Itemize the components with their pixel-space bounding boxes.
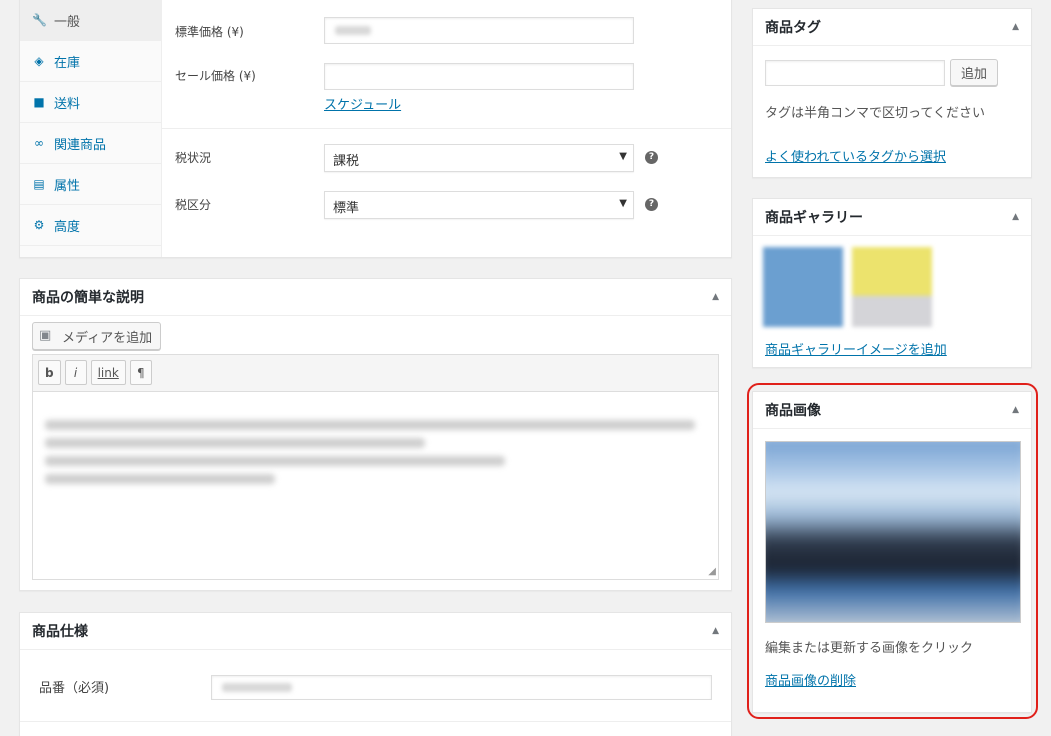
product-image[interactable]	[765, 441, 1021, 623]
bold-button[interactable]: b	[38, 360, 61, 385]
tax-status-value: 課税	[333, 154, 360, 169]
tab-linked-products[interactable]: ∞ 関連商品	[20, 123, 161, 164]
collapse-icon[interactable]: ▲	[1012, 212, 1019, 222]
tax-class-value: 標準	[333, 201, 360, 216]
schedule-link[interactable]: スケジュール	[324, 94, 401, 113]
tab-shipping[interactable]: ■ 送料	[20, 82, 161, 123]
product-spec-header[interactable]: 商品仕様 ▲	[20, 613, 731, 650]
gallery-thumbnail[interactable]	[763, 247, 843, 327]
product-image-box: 商品画像 ▲ 編集または更新する画像をクリック 商品画像の削除	[752, 391, 1032, 713]
tax-class-label: 税区分	[175, 198, 212, 212]
tab-general-label: 一般	[54, 14, 81, 30]
tab-shipping-label: 送料	[54, 96, 81, 112]
link-button[interactable]: link	[90, 360, 126, 385]
blurred-text-line	[45, 474, 275, 484]
link-icon: ∞	[34, 136, 44, 150]
tag-input[interactable]	[765, 60, 945, 86]
blurred-text-line	[45, 438, 425, 448]
product-spec-title: 商品仕様	[32, 624, 88, 640]
remove-image-link[interactable]: 商品画像の削除	[765, 670, 856, 689]
tab-inventory[interactable]: ◈ 在庫	[20, 41, 161, 82]
tax-status-label: 税状況	[175, 151, 212, 165]
collapse-icon[interactable]: ▲	[1012, 22, 1019, 32]
short-description-box: 商品の簡単な説明 ▲ ▣ メディアを追加 b i link ¶ ◢	[19, 278, 732, 591]
general-pane: 標準価格 (¥) セール価格 (¥) スケジュール 税状況 課税 ▼ ? 税区分…	[162, 0, 731, 257]
media-icon: ▣	[39, 328, 52, 343]
chevron-down-icon: ▼	[619, 198, 627, 209]
tax-status-select[interactable]: 課税 ▼	[324, 144, 634, 172]
popular-tags-link[interactable]: よく使われているタグから選択	[765, 146, 946, 165]
product-tags-header[interactable]: 商品タグ ▲	[753, 9, 1031, 46]
sku-input[interactable]	[211, 675, 712, 700]
truck-icon: ■	[33, 95, 45, 109]
collapse-icon[interactable]: ▲	[1012, 405, 1019, 415]
tag-icon: ◈	[34, 54, 44, 68]
product-spec-box: 商品仕様 ▲ 品番（必須)	[19, 612, 732, 736]
product-data-panel: 🔧 一般 ◈ 在庫 ■ 送料 ∞ 関連商品 ▤ 属性 ⚙ 高度 標準価格 (¥)…	[19, 0, 732, 258]
table-icon: ▤	[33, 177, 45, 191]
collapse-icon[interactable]: ▲	[712, 626, 719, 636]
blurred-text-line	[45, 420, 695, 430]
tab-general[interactable]: 🔧 一般	[20, 0, 161, 41]
regular-price-input[interactable]	[324, 17, 634, 44]
tab-inventory-label: 在庫	[54, 55, 81, 71]
italic-button[interactable]: i	[64, 360, 87, 385]
product-gallery-title: 商品ギャラリー	[765, 210, 863, 226]
product-image-title: 商品画像	[765, 403, 821, 419]
quicktags-toolbar: b i link ¶	[33, 355, 718, 392]
product-gallery-box: 商品ギャラリー ▲ 商品ギャラリーイメージを追加	[752, 198, 1032, 368]
gallery-thumbnail[interactable]	[852, 247, 932, 327]
tab-advanced-label: 高度	[54, 219, 81, 235]
blurred-price-value	[335, 26, 371, 35]
product-image-header[interactable]: 商品画像 ▲	[753, 392, 1031, 429]
regular-price-label: 標準価格 (¥)	[175, 25, 244, 39]
tag-hint: タグは半角コンマで区切ってください	[765, 106, 985, 121]
product-data-tabs: 🔧 一般 ◈ 在庫 ■ 送料 ∞ 関連商品 ▤ 属性 ⚙ 高度	[20, 0, 162, 257]
short-description-header[interactable]: 商品の簡単な説明 ▲	[20, 279, 731, 316]
sale-price-label: セール価格 (¥)	[175, 69, 256, 83]
blurred-sku-value	[222, 683, 292, 692]
tab-attributes[interactable]: ▤ 属性	[20, 164, 161, 205]
wrench-icon: 🔧	[32, 13, 47, 27]
product-tags-box: 商品タグ ▲ 追加 タグは半角コンマで区切ってください よく使われているタグから…	[752, 8, 1032, 178]
blurred-text-line	[45, 456, 505, 466]
help-icon[interactable]: ?	[645, 151, 658, 164]
product-tags-title: 商品タグ	[765, 20, 821, 36]
image-edit-hint: 編集または更新する画像をクリック	[765, 641, 974, 656]
paragraph-button[interactable]: ¶	[129, 360, 152, 385]
divider	[162, 128, 731, 129]
tab-linked-products-label: 関連商品	[54, 137, 107, 153]
add-media-button[interactable]: ▣ メディアを追加	[32, 322, 162, 350]
short-description-title: 商品の簡単な説明	[32, 290, 144, 306]
add-media-label: メディアを追加	[62, 330, 153, 346]
add-tag-button[interactable]: 追加	[950, 59, 999, 86]
text-editor: b i link ¶ ◢	[32, 354, 719, 580]
add-gallery-images-link[interactable]: 商品ギャラリーイメージを追加	[765, 339, 947, 358]
collapse-icon[interactable]: ▲	[712, 292, 719, 302]
tax-class-select[interactable]: 標準 ▼	[324, 191, 634, 219]
tab-advanced[interactable]: ⚙ 高度	[20, 205, 161, 246]
sale-price-input[interactable]	[324, 63, 634, 90]
short-description-textarea[interactable]: ◢	[33, 392, 718, 579]
help-icon[interactable]: ?	[645, 198, 658, 211]
sku-label: 品番（必須)	[39, 681, 110, 696]
blurred-photo	[766, 442, 1020, 622]
divider	[20, 721, 731, 722]
product-gallery-header[interactable]: 商品ギャラリー ▲	[753, 199, 1031, 236]
tab-attributes-label: 属性	[54, 178, 81, 194]
gear-icon: ⚙	[33, 218, 45, 232]
chevron-down-icon: ▼	[619, 151, 627, 162]
resize-handle-icon[interactable]: ◢	[708, 566, 716, 577]
